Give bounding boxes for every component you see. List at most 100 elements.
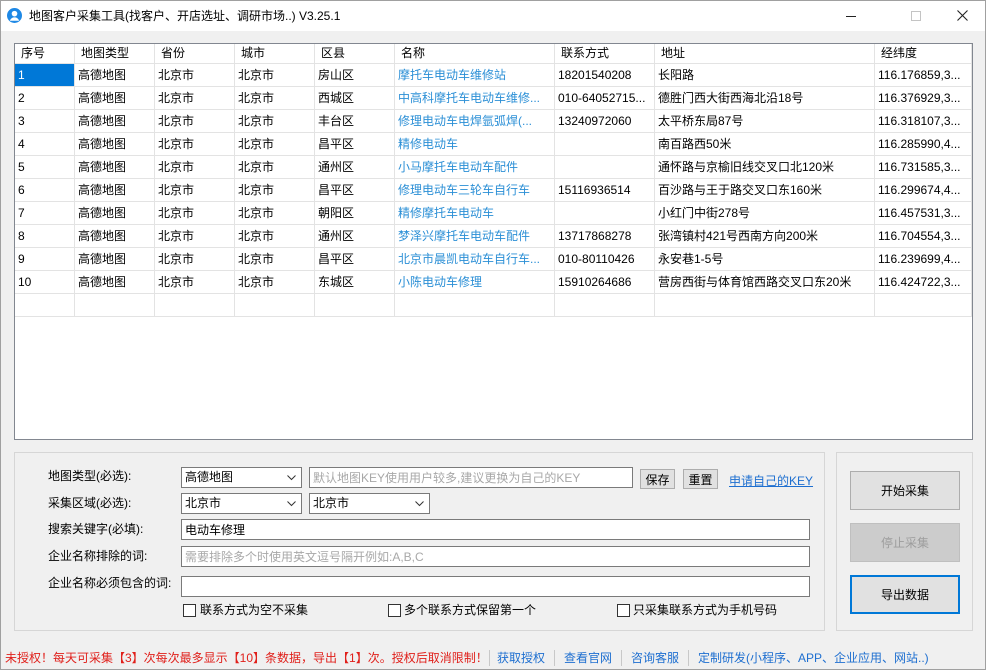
cell-index[interactable]: 1 bbox=[15, 64, 75, 86]
cell-name[interactable]: 摩托车电动车维修站 bbox=[395, 64, 555, 86]
cell-city[interactable]: 北京市 bbox=[235, 202, 315, 224]
cell-map-type[interactable]: 高德地图 bbox=[75, 156, 155, 178]
get-license-link[interactable]: 获取授权 bbox=[497, 651, 545, 665]
start-collect-button[interactable]: 开始采集 bbox=[850, 471, 960, 510]
table-row[interactable]: 6 高德地图 北京市 北京市 昌平区 修理电动车三轮车自行车 15116936514 百沙路与… bbox=[15, 179, 972, 202]
cell-province[interactable]: 北京市 bbox=[155, 225, 235, 247]
cell-district[interactable]: 昌平区 bbox=[315, 248, 395, 270]
cell-index[interactable]: 9 bbox=[15, 248, 75, 270]
mobile-only-label[interactable]: 只采集联系方式为手机号码 bbox=[633, 603, 777, 617]
column-header-coordinates[interactable]: 经纬度 bbox=[875, 44, 972, 63]
table-row[interactable]: 9 高德地图 北京市 北京市 昌平区 北京市晨凯电动车自行车... 010-80110426… bbox=[15, 248, 972, 271]
cell-index[interactable]: 2 bbox=[15, 87, 75, 109]
map-key-input[interactable] bbox=[309, 467, 633, 488]
cell-coordinates[interactable]: 116.376929,3... bbox=[875, 87, 972, 109]
cell-contact[interactable]: 010-80110426 bbox=[555, 248, 655, 270]
column-header-province[interactable]: 省份 bbox=[155, 44, 235, 63]
skip-empty-contact-checkbox[interactable] bbox=[183, 604, 196, 617]
table-row[interactable]: 3 高德地图 北京市 北京市 丰台区 修理电动车电焊氩弧焊(... 13240972060 太… bbox=[15, 110, 972, 133]
cell-map-type[interactable]: 高德地图 bbox=[75, 133, 155, 155]
save-key-button[interactable]: 保存 bbox=[640, 469, 675, 489]
skip-empty-contact-label[interactable]: 联系方式为空不采集 bbox=[200, 603, 308, 617]
cell-province[interactable]: 北京市 bbox=[155, 179, 235, 201]
cell-contact[interactable] bbox=[555, 156, 655, 178]
cell-province[interactable]: 北京市 bbox=[155, 202, 235, 224]
cell-coordinates[interactable]: 116.424722,3... bbox=[875, 271, 972, 293]
cell-province[interactable] bbox=[155, 294, 235, 316]
cell-address[interactable]: 南百路西50米 bbox=[655, 133, 875, 155]
cell-coordinates[interactable]: 116.318107,3... bbox=[875, 110, 972, 132]
cell-map-type[interactable]: 高德地图 bbox=[75, 202, 155, 224]
column-header-name[interactable]: 名称 bbox=[395, 44, 555, 63]
cell-district[interactable]: 昌平区 bbox=[315, 133, 395, 155]
results-table[interactable]: 序号 地图类型 省份 城市 区县 名称 联系方式 地址 经纬度 1 高德地图 北京市… bbox=[14, 43, 973, 440]
cell-index[interactable]: 5 bbox=[15, 156, 75, 178]
cell-map-type[interactable]: 高德地图 bbox=[75, 179, 155, 201]
support-link[interactable]: 咨询客服 bbox=[631, 651, 679, 665]
cell-index[interactable]: 4 bbox=[15, 133, 75, 155]
table-row[interactable]: 2 高德地图 北京市 北京市 西城区 中高科摩托车电动车维修... 010-64052715… bbox=[15, 87, 972, 110]
province-select[interactable]: 北京市 bbox=[181, 493, 302, 514]
table-row[interactable]: 8 高德地图 北京市 北京市 通州区 梦泽兴摩托车电动车配件 13717868278 张湾镇村… bbox=[15, 225, 972, 248]
cell-address[interactable]: 永安巷1-5号 bbox=[655, 248, 875, 270]
cell-map-type[interactable]: 高德地图 bbox=[75, 110, 155, 132]
cell-province[interactable]: 北京市 bbox=[155, 248, 235, 270]
cell-city[interactable] bbox=[235, 294, 315, 316]
cell-contact[interactable]: 15116936514 bbox=[555, 179, 655, 201]
cell-name[interactable]: 精修电动车 bbox=[395, 133, 555, 155]
column-header-city[interactable]: 城市 bbox=[235, 44, 315, 63]
city-select[interactable]: 北京市 bbox=[309, 493, 430, 514]
table-row[interactable]: 4 高德地图 北京市 北京市 昌平区 精修电动车 南百路西50米 116.285990,4..… bbox=[15, 133, 972, 156]
cell-index[interactable] bbox=[15, 294, 75, 316]
close-button[interactable] bbox=[939, 0, 985, 31]
minimize-button[interactable] bbox=[828, 0, 874, 31]
title-bar[interactable]: 地图客户采集工具(找客户、开店选址、调研市场..) V3.25.1 bbox=[0, 0, 986, 31]
cell-contact[interactable]: 15910264686 bbox=[555, 271, 655, 293]
cell-address[interactable]: 百沙路与王于路交叉口东160米 bbox=[655, 179, 875, 201]
cell-name[interactable] bbox=[395, 294, 555, 316]
include-words-input[interactable] bbox=[181, 576, 810, 597]
cell-map-type[interactable] bbox=[75, 294, 155, 316]
cell-city[interactable]: 北京市 bbox=[235, 133, 315, 155]
reset-key-button[interactable]: 重置 bbox=[683, 469, 718, 489]
cell-contact[interactable]: 13717868278 bbox=[555, 225, 655, 247]
apply-key-link[interactable]: 申请自己的KEY bbox=[729, 474, 813, 488]
stop-collect-button[interactable]: 停止采集 bbox=[850, 523, 960, 562]
cell-province[interactable]: 北京市 bbox=[155, 271, 235, 293]
official-site-link[interactable]: 查看官网 bbox=[564, 651, 612, 665]
cell-province[interactable]: 北京市 bbox=[155, 64, 235, 86]
cell-province[interactable]: 北京市 bbox=[155, 133, 235, 155]
cell-address[interactable]: 小红门中街278号 bbox=[655, 202, 875, 224]
cell-coordinates[interactable]: 116.704554,3... bbox=[875, 225, 972, 247]
cell-coordinates[interactable]: 116.457531,3... bbox=[875, 202, 972, 224]
cell-address[interactable] bbox=[655, 294, 875, 316]
cell-address[interactable]: 通怀路与京榆旧线交叉口北120米 bbox=[655, 156, 875, 178]
cell-district[interactable]: 朝阳区 bbox=[315, 202, 395, 224]
cell-province[interactable]: 北京市 bbox=[155, 110, 235, 132]
cell-map-type[interactable]: 高德地图 bbox=[75, 225, 155, 247]
cell-district[interactable]: 西城区 bbox=[315, 87, 395, 109]
cell-name[interactable]: 精修摩托车电动车 bbox=[395, 202, 555, 224]
table-row[interactable]: 5 高德地图 北京市 北京市 通州区 小马摩托车电动车配件 通怀路与京榆旧线交叉口北120米… bbox=[15, 156, 972, 179]
cell-coordinates[interactable]: 116.239699,4... bbox=[875, 248, 972, 270]
cell-name[interactable]: 中高科摩托车电动车维修... bbox=[395, 87, 555, 109]
column-header-contact[interactable]: 联系方式 bbox=[555, 44, 655, 63]
table-row[interactable]: 10 高德地图 北京市 北京市 东城区 小陈电动车修理 15910264686 营房西街与体育… bbox=[15, 271, 972, 294]
column-header-district[interactable]: 区县 bbox=[315, 44, 395, 63]
cell-address[interactable]: 营房西街与体育馆西路交叉口东20米 bbox=[655, 271, 875, 293]
cell-address[interactable]: 长阳路 bbox=[655, 64, 875, 86]
cell-index[interactable]: 10 bbox=[15, 271, 75, 293]
table-row[interactable]: 1 高德地图 北京市 北京市 房山区 摩托车电动车维修站 18201540208 长阳路 116… bbox=[15, 64, 972, 87]
cell-name[interactable]: 小马摩托车电动车配件 bbox=[395, 156, 555, 178]
cell-contact[interactable]: 13240972060 bbox=[555, 110, 655, 132]
mobile-only-checkbox[interactable] bbox=[617, 604, 630, 617]
cell-name[interactable]: 北京市晨凯电动车自行车... bbox=[395, 248, 555, 270]
keep-first-contact-checkbox[interactable] bbox=[388, 604, 401, 617]
cell-city[interactable]: 北京市 bbox=[235, 156, 315, 178]
table-row[interactable]: 7 高德地图 北京市 北京市 朝阳区 精修摩托车电动车 小红门中街278号 116.45753… bbox=[15, 202, 972, 225]
cell-address[interactable]: 张湾镇村421号西南方向200米 bbox=[655, 225, 875, 247]
cell-name[interactable]: 小陈电动车修理 bbox=[395, 271, 555, 293]
cell-district[interactable]: 昌平区 bbox=[315, 179, 395, 201]
cell-contact[interactable] bbox=[555, 202, 655, 224]
cell-province[interactable]: 北京市 bbox=[155, 87, 235, 109]
